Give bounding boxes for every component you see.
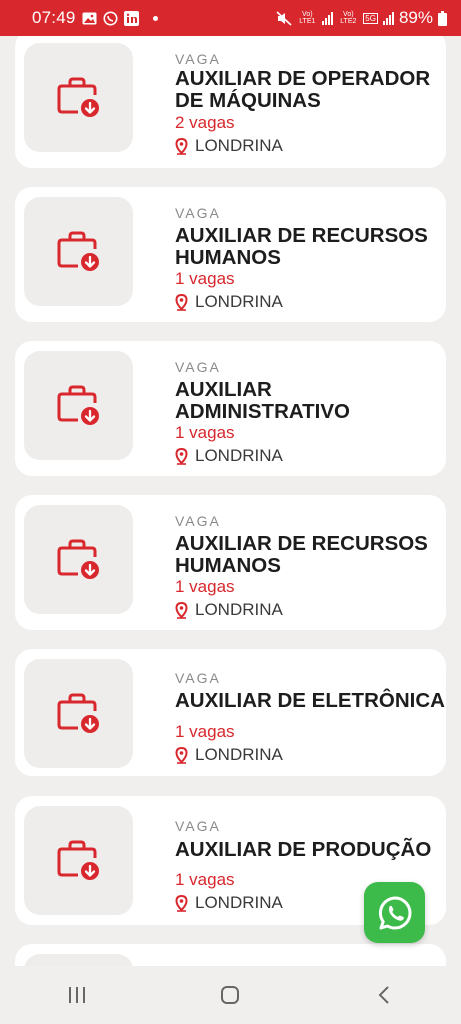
job-thumbnail [24, 505, 133, 614]
job-vacancies: 1 vagas [175, 269, 235, 288]
battery-icon [438, 10, 447, 26]
sim2-label: Vo) LTE2 [340, 11, 357, 25]
job-card[interactable] [15, 944, 446, 966]
battery-text: 89% [398, 8, 433, 27]
job-list[interactable]: VAGA AUXILIAR DE OPERADOR DE MÁQUINAS 2 … [0, 36, 461, 966]
job-title: AUXILIAR DE RECURSOS HUMANOS [175, 532, 428, 577]
sim1-label: Vo) LTE1 [299, 11, 316, 25]
briefcase-download-icon [57, 385, 99, 425]
job-thumbnail [24, 351, 133, 460]
job-title: AUXILIAR ADMINISTRATIVO [175, 378, 351, 423]
status-bar: 07:49 Vo) LTE1 Vo) LTE2 5G 89% [0, 0, 461, 36]
job-location-text: LONDRINA [195, 136, 283, 155]
job-location: LONDRINA [175, 136, 283, 156]
job-thumbnail [24, 806, 133, 915]
job-vacancies: 1 vagas [175, 722, 235, 741]
job-label: VAGA [175, 818, 221, 834]
job-location-text: LONDRINA [195, 893, 283, 912]
location-pin-icon [175, 137, 188, 155]
job-location: LONDRINA [175, 893, 283, 913]
job-title: AUXILIAR DE ELETRÔNICA [175, 689, 445, 712]
network-label: 5G [363, 12, 378, 24]
recent-apps-icon [68, 987, 85, 1003]
job-vacancies: 2 vagas [175, 113, 235, 132]
job-card[interactable]: VAGA AUXILIAR DE ELETRÔNICA 1 vagas LOND… [15, 649, 446, 776]
job-vacancies: 1 vagas [175, 423, 235, 442]
job-location: LONDRINA [175, 600, 283, 620]
job-thumbnail [24, 43, 133, 152]
job-card[interactable]: VAGA AUXILIAR DE RECURSOS HUMANOS 1 vaga… [15, 495, 446, 630]
job-label: VAGA [175, 359, 221, 375]
location-pin-icon [175, 746, 188, 764]
job-location-text: LONDRINA [195, 600, 283, 619]
job-location: LONDRINA [175, 446, 283, 466]
location-pin-icon [175, 447, 188, 465]
linkedin-icon [123, 10, 139, 26]
home-icon [221, 986, 240, 1004]
job-card[interactable]: VAGA AUXILIAR ADMINISTRATIVO 1 vagas LON… [15, 341, 446, 476]
job-card[interactable]: VAGA AUXILIAR DE OPERADOR DE MÁQUINAS 2 … [15, 36, 446, 168]
system-nav-bar [0, 966, 461, 1024]
back-icon [378, 986, 389, 1004]
briefcase-download-icon [57, 77, 99, 117]
job-thumbnail [24, 954, 133, 966]
recent-apps-button[interactable] [57, 975, 97, 1015]
job-title: AUXILIAR DE PRODUÇÃO [175, 838, 432, 861]
job-vacancies: 1 vagas [175, 870, 235, 889]
whatsapp-icon [378, 896, 411, 930]
job-label: VAGA [175, 670, 221, 686]
briefcase-download-icon [57, 539, 99, 579]
job-label: VAGA [175, 205, 221, 221]
briefcase-download-icon [57, 693, 99, 733]
signal1-icon [322, 11, 334, 25]
briefcase-download-icon [57, 231, 99, 271]
whatsapp-status-icon [103, 11, 118, 25]
whatsapp-button[interactable] [364, 882, 425, 943]
job-location: LONDRINA [175, 292, 283, 312]
job-title: AUXILIAR DE RECURSOS HUMANOS [175, 224, 428, 269]
location-pin-icon [175, 894, 188, 912]
location-pin-icon [175, 601, 188, 619]
job-label: VAGA [175, 513, 221, 529]
status-time: 07:49 [32, 8, 76, 27]
back-button[interactable] [364, 975, 404, 1015]
job-location-text: LONDRINA [195, 745, 283, 764]
home-button[interactable] [210, 975, 250, 1015]
job-card[interactable]: VAGA AUXILIAR DE RECURSOS HUMANOS 1 vaga… [15, 187, 446, 322]
briefcase-download-icon [57, 840, 99, 880]
mute-icon [276, 10, 292, 26]
gallery-icon [82, 12, 97, 24]
notification-dot-icon [152, 15, 158, 21]
signal2-icon [382, 11, 394, 25]
job-location: LONDRINA [175, 745, 283, 765]
job-location-text: LONDRINA [195, 446, 283, 465]
job-thumbnail [24, 659, 133, 768]
job-vacancies: 1 vagas [175, 577, 235, 596]
job-label: VAGA [175, 51, 221, 67]
location-pin-icon [175, 293, 188, 311]
job-title: AUXILIAR DE OPERADOR DE MÁQUINAS [175, 67, 431, 112]
job-thumbnail [24, 197, 133, 306]
job-location-text: LONDRINA [195, 292, 283, 311]
